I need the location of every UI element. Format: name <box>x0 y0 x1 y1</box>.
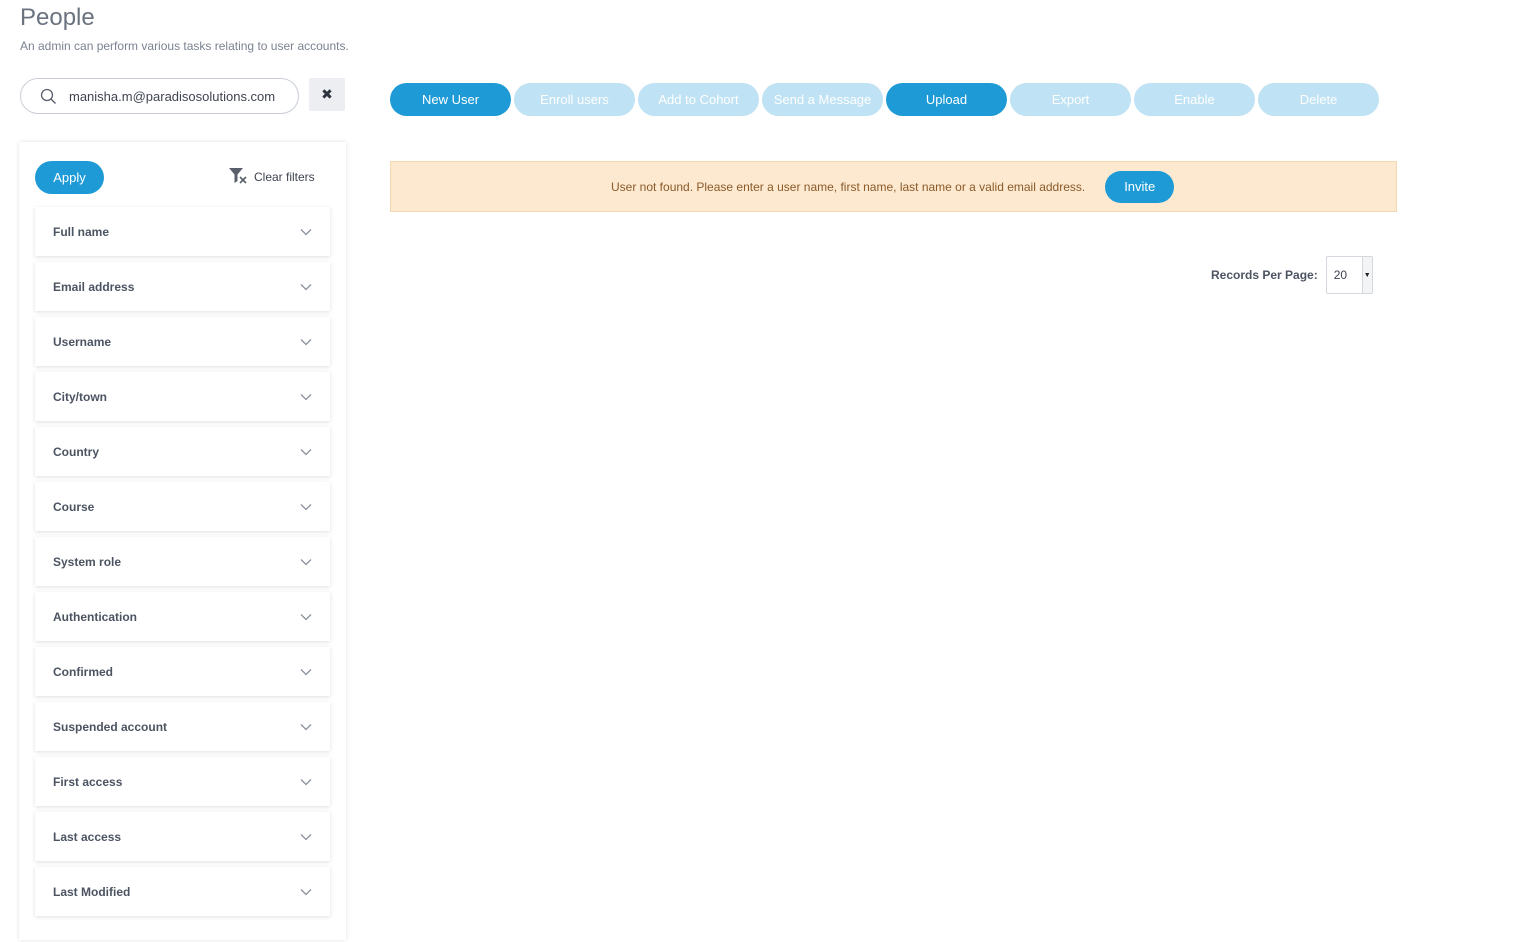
records-per-page-value: 20 <box>1333 268 1348 282</box>
filter-label: Course <box>53 499 95 514</box>
clear-search-button[interactable]: ✖ <box>309 78 345 111</box>
invite-button[interactable]: Invite <box>1105 170 1175 203</box>
filter-list: Full name Email address Username City/town C… <box>35 207 330 916</box>
filter-label: Email address <box>53 279 135 294</box>
alert-message: User not found. Please enter a user name… <box>611 179 1086 194</box>
filter-clear-icon <box>228 167 248 188</box>
filter-label: Confirmed <box>53 664 113 679</box>
search-box[interactable] <box>20 78 299 114</box>
export-button[interactable]: Export <box>1010 83 1131 116</box>
chevron-down-icon <box>300 558 312 566</box>
people-page: People An admin can perform various task… <box>0 0 1534 942</box>
filter-label: Last Modified <box>53 884 131 899</box>
chevron-down-icon <box>300 503 312 511</box>
filter-last-access[interactable]: Last access <box>35 812 330 861</box>
filter-label: Country <box>53 444 99 459</box>
upload-button[interactable]: Upload <box>886 83 1007 116</box>
filter-label: Last access <box>53 829 122 844</box>
filter-country[interactable]: Country <box>35 427 330 476</box>
chevron-down-icon <box>300 668 312 676</box>
chevron-down-icon <box>300 613 312 621</box>
search-input[interactable] <box>69 88 284 104</box>
filter-last-modified[interactable]: Last Modified <box>35 867 330 916</box>
add-to-cohort-button[interactable]: Add to Cohort <box>638 83 759 116</box>
filter-city-town[interactable]: City/town <box>35 372 330 421</box>
filter-label: Full name <box>53 224 110 239</box>
delete-button[interactable]: Delete <box>1258 83 1379 116</box>
filter-first-access[interactable]: First access <box>35 757 330 806</box>
chevron-down-icon <box>300 833 312 841</box>
chevron-down-icon <box>300 283 312 291</box>
action-toolbar: New User Enroll users Add to Cohort Send a … <box>390 83 1379 116</box>
chevron-down-icon <box>300 393 312 401</box>
filter-suspended-account[interactable]: Suspended account <box>35 702 330 751</box>
filter-panel: Apply Clear filters Full name Email addre… <box>19 142 346 940</box>
records-per-page-select[interactable]: 20 ▼ <box>1325 256 1373 294</box>
enroll-users-button[interactable]: Enroll users <box>514 83 635 116</box>
filter-label: System role <box>53 554 122 569</box>
filter-username[interactable]: Username <box>35 317 330 366</box>
clear-filters-button[interactable]: Clear filters <box>228 166 315 188</box>
page-title: People <box>20 4 95 31</box>
filter-authentication[interactable]: Authentication <box>35 592 330 641</box>
filter-course[interactable]: Course <box>35 482 330 531</box>
chevron-down-icon <box>300 228 312 236</box>
chevron-down-icon <box>300 338 312 346</box>
chevron-down-icon <box>300 448 312 456</box>
not-found-alert: User not found. Please enter a user name… <box>390 161 1397 212</box>
filter-label: Suspended account <box>53 719 168 734</box>
chevron-down-icon <box>300 778 312 786</box>
chevron-down-icon <box>300 723 312 731</box>
chevron-down-icon <box>300 888 312 896</box>
send-a-message-button[interactable]: Send a Message <box>762 83 883 116</box>
filter-confirmed[interactable]: Confirmed <box>35 647 330 696</box>
apply-button[interactable]: Apply <box>35 161 104 194</box>
search-icon <box>39 87 57 105</box>
records-per-page-label: Records Per Page: <box>1211 268 1318 282</box>
filter-email-address[interactable]: Email address <box>35 262 330 311</box>
dropdown-arrow-icon: ▼ <box>1361 257 1372 293</box>
new-user-button[interactable]: New User <box>390 83 511 116</box>
filter-label: First access <box>53 774 123 789</box>
enable-button[interactable]: Enable <box>1134 83 1255 116</box>
filter-label: Username <box>53 334 112 349</box>
filter-full-name[interactable]: Full name <box>35 207 330 256</box>
page-subtitle: An admin can perform various tasks relat… <box>20 39 349 53</box>
clear-filters-label: Clear filters <box>254 170 315 184</box>
alert-content: User not found. Please enter a user name… <box>611 170 1175 203</box>
filter-system-role[interactable]: System role <box>35 537 330 586</box>
filter-label: Authentication <box>53 609 137 624</box>
filter-label: City/town <box>53 389 107 404</box>
close-icon: ✖ <box>321 86 333 102</box>
records-per-page: Records Per Page: 20 ▼ <box>1211 256 1373 294</box>
